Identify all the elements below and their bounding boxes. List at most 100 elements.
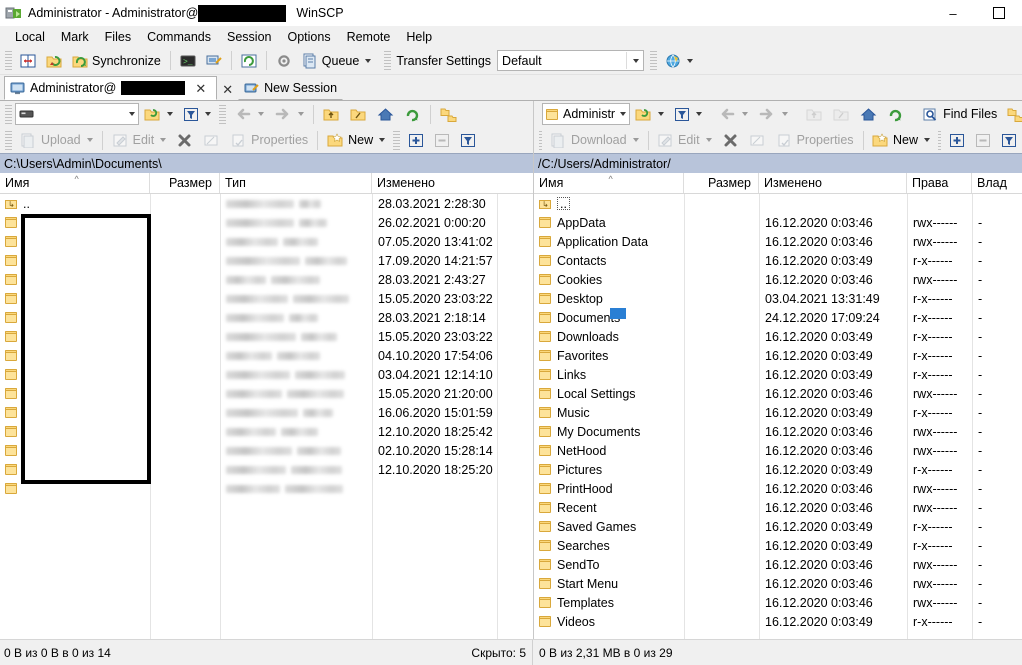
- remote-root-directory-button[interactable]: [828, 102, 855, 127]
- table-row[interactable]: Application Data16.12.2020 0:03:46rwx---…: [534, 232, 1022, 251]
- chevron-down-icon[interactable]: [706, 138, 712, 142]
- chevron-down-icon[interactable]: [298, 112, 304, 116]
- chevron-down-icon[interactable]: [687, 59, 693, 63]
- remote-parent-row[interactable]: ↳ ..: [534, 194, 1022, 213]
- chevron-down-icon[interactable]: [124, 105, 138, 123]
- remote-rename-button[interactable]: [744, 128, 771, 153]
- local-edit-button[interactable]: Edit: [107, 128, 172, 153]
- synchronize-files-button[interactable]: [41, 48, 67, 73]
- queue-button[interactable]: Queue: [297, 48, 377, 73]
- upload-button[interactable]: Upload: [15, 128, 98, 153]
- toolbar-grip-3[interactable]: [650, 51, 657, 70]
- menu-files[interactable]: Files: [97, 28, 139, 46]
- table-row[interactable]: Downloads16.12.2020 0:03:49r-x-------: [534, 327, 1022, 346]
- remote-open-directory-button[interactable]: [630, 102, 669, 127]
- remote-refresh-button[interactable]: [882, 102, 909, 127]
- local-rename-button[interactable]: [198, 128, 225, 153]
- chevron-down-icon[interactable]: [626, 52, 643, 69]
- local-back-button[interactable]: [229, 102, 269, 127]
- local-header-type[interactable]: Тип: [220, 173, 372, 193]
- table-row[interactable]: Documents24.12.2020 17:09:24r-x-------: [534, 308, 1022, 327]
- chevron-down-icon[interactable]: [633, 138, 639, 142]
- chevron-down-icon[interactable]: [379, 138, 385, 142]
- chevron-down-icon[interactable]: [696, 112, 702, 116]
- tab-new-session[interactable]: New Session: [238, 76, 343, 100]
- chevron-down-icon[interactable]: [167, 112, 173, 116]
- table-row[interactable]: My Documents16.12.2020 0:03:46rwx-------: [534, 422, 1022, 441]
- local-forward-button[interactable]: [269, 102, 309, 127]
- remote-new-button[interactable]: New: [867, 128, 935, 153]
- remote-header-name[interactable]: Имя ^: [534, 173, 684, 193]
- table-row[interactable]: Local Settings16.12.2020 0:03:46rwx-----…: [534, 384, 1022, 403]
- local-file-list[interactable]: ↳ .. 28.03.2021 2:28:30 26.02.2021 0:00:…: [0, 194, 533, 639]
- local-header-modified[interactable]: Изменено: [372, 173, 532, 193]
- minimize-button[interactable]: –: [930, 0, 976, 26]
- local-file-toolbar-grip-2[interactable]: [393, 131, 400, 150]
- remote-file-list[interactable]: ↳ .. AppData16.12.2020 0:03:46rwx-------…: [534, 194, 1022, 639]
- chevron-down-icon[interactable]: [615, 105, 629, 123]
- table-row[interactable]: Pictures16.12.2020 0:03:49r-x-------: [534, 460, 1022, 479]
- remote-select-button[interactable]: [944, 128, 970, 153]
- maximize-button[interactable]: [976, 0, 1022, 26]
- menu-options[interactable]: Options: [279, 28, 338, 46]
- table-row[interactable]: Recent16.12.2020 0:03:46rwx-------: [534, 498, 1022, 517]
- toolbar-grip[interactable]: [5, 51, 12, 70]
- remote-file-toolbar-grip-2[interactable]: [938, 131, 941, 150]
- local-header-size[interactable]: Размер: [150, 173, 220, 193]
- synchronize-browsing-button[interactable]: [15, 48, 41, 73]
- local-drive-combo[interactable]: [15, 103, 139, 125]
- local-selection-filter-button[interactable]: [455, 128, 481, 153]
- table-row[interactable]: Videos16.12.2020 0:03:49r-x-------: [534, 612, 1022, 631]
- tab-close-button[interactable]: ✕: [190, 77, 211, 99]
- transfer-settings-globe-button[interactable]: [660, 48, 698, 73]
- local-toolbar-grip[interactable]: [5, 105, 12, 124]
- table-row[interactable]: Music16.12.2020 0:03:49r-x-------: [534, 403, 1022, 422]
- chevron-down-icon[interactable]: [365, 59, 371, 63]
- table-row[interactable]: Desktop03.04.2021 13:31:49r-x-------: [534, 289, 1022, 308]
- chevron-down-icon[interactable]: [658, 112, 664, 116]
- local-directory-tree-button[interactable]: [435, 102, 462, 127]
- remote-selection-filter-button[interactable]: [996, 128, 1022, 153]
- table-row[interactable]: Contacts16.12.2020 0:03:49r-x-------: [534, 251, 1022, 270]
- local-parent-row[interactable]: ↳ .. 28.03.2021 2:28:30: [0, 194, 533, 213]
- remote-back-button[interactable]: [713, 102, 753, 127]
- chevron-down-icon[interactable]: [160, 138, 166, 142]
- remote-parent-directory-button[interactable]: [801, 102, 828, 127]
- remote-header-size[interactable]: Размер: [684, 173, 759, 193]
- menu-session[interactable]: Session: [219, 28, 279, 46]
- remote-edit-button[interactable]: Edit: [652, 128, 717, 153]
- remote-directory-combo[interactable]: Administr: [542, 103, 630, 125]
- local-path-bar[interactable]: C:\Users\Admin\Documents\: [0, 153, 533, 173]
- menu-commands[interactable]: Commands: [139, 28, 219, 46]
- refresh-sync-button[interactable]: [236, 48, 262, 73]
- table-row[interactable]: Links16.12.2020 0:03:49r-x-------: [534, 365, 1022, 384]
- menu-local[interactable]: Local: [7, 28, 53, 46]
- table-row[interactable]: Favorites16.12.2020 0:03:49r-x-------: [534, 346, 1022, 365]
- table-row[interactable]: SendTo16.12.2020 0:03:46rwx-------: [534, 555, 1022, 574]
- download-button[interactable]: Download: [545, 128, 644, 153]
- table-row[interactable]: Searches16.12.2020 0:03:49r-x-------: [534, 536, 1022, 555]
- close-all-tabs-button[interactable]: ✕: [217, 78, 238, 100]
- find-files-button[interactable]: Find Files: [917, 102, 1002, 127]
- local-new-button[interactable]: New: [322, 128, 390, 153]
- local-open-directory-button[interactable]: [139, 102, 178, 127]
- menu-mark[interactable]: Mark: [53, 28, 97, 46]
- remote-directory-tree-button[interactable]: [1002, 102, 1022, 127]
- table-row[interactable]: AppData16.12.2020 0:03:46rwx-------: [534, 213, 1022, 232]
- local-delete-button[interactable]: [171, 128, 198, 153]
- remote-forward-button[interactable]: [753, 102, 793, 127]
- remote-header-rights[interactable]: Права: [907, 173, 972, 193]
- remote-properties-button[interactable]: Properties: [771, 128, 859, 153]
- remote-file-toolbar-grip[interactable]: [539, 131, 542, 150]
- local-properties-button[interactable]: Properties: [225, 128, 313, 153]
- table-row[interactable]: PrintHood16.12.2020 0:03:46rwx-------: [534, 479, 1022, 498]
- local-home-directory-button[interactable]: [372, 102, 399, 127]
- remote-unselect-button[interactable]: [970, 128, 996, 153]
- chevron-down-icon[interactable]: [924, 138, 930, 142]
- toolbar-grip-2[interactable]: [384, 51, 391, 70]
- local-parent-directory-button[interactable]: [318, 102, 345, 127]
- table-row[interactable]: Saved Games16.12.2020 0:03:49r-x-------: [534, 517, 1022, 536]
- chevron-down-icon[interactable]: [258, 112, 264, 116]
- remote-header-modified[interactable]: Изменено: [759, 173, 907, 193]
- local-toolbar-grip-2[interactable]: [219, 105, 226, 124]
